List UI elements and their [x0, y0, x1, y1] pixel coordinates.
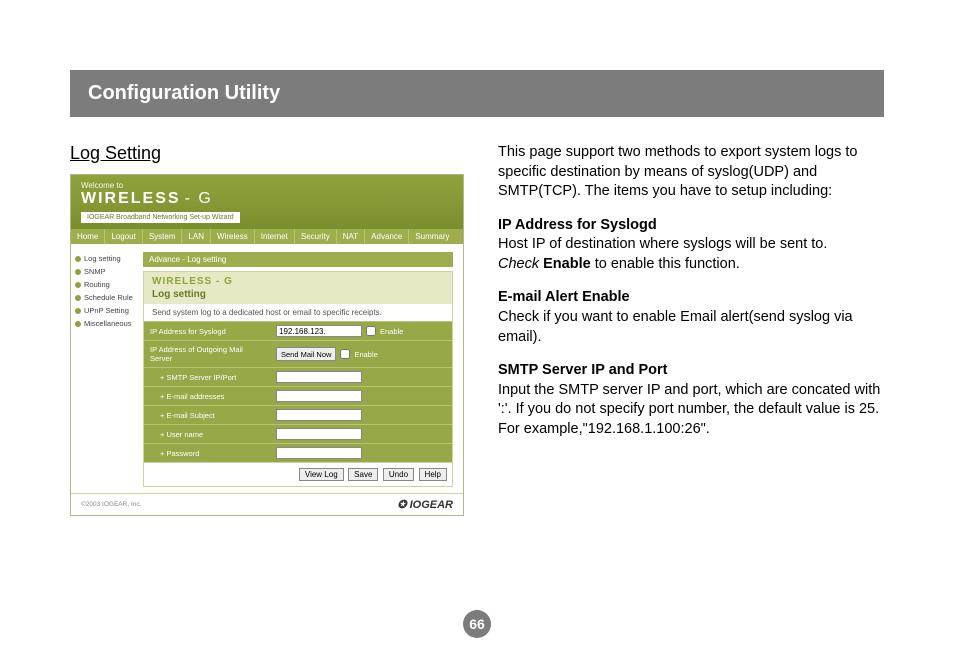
setup-wizard-label: IOGEAR Broadband Networking Set-up Wizar…: [81, 212, 240, 223]
tab-logout[interactable]: Logout: [105, 229, 142, 244]
email-addresses-input[interactable]: [276, 390, 362, 402]
sidebar: Log setting SNMP Routing Schedule Rule U…: [71, 244, 143, 493]
tab-wireless[interactable]: Wireless: [211, 229, 255, 244]
welcome-text: Welcome to: [81, 181, 453, 190]
panel-description: Send system log to a dedicated host or e…: [144, 304, 452, 321]
tab-home[interactable]: Home: [71, 229, 105, 244]
mail-enable-label: Enable: [354, 350, 377, 359]
sidebar-item-schedule-rule[interactable]: Schedule Rule: [75, 291, 139, 304]
iogear-brand: ✪ IOGEAR: [397, 498, 453, 511]
tab-system[interactable]: System: [143, 229, 183, 244]
password-label: + Password: [144, 445, 272, 462]
syslog-enable-label: Enable: [380, 327, 403, 336]
tab-summary[interactable]: Summary: [409, 229, 455, 244]
tab-nat[interactable]: NAT: [337, 229, 365, 244]
email-addresses-label: + E-mail addresses: [144, 388, 272, 405]
section-heading-log-setting: Log Setting: [70, 143, 464, 164]
heading-smtp: SMTP Server IP and Port: [498, 362, 668, 378]
smtp-server-input[interactable]: [276, 371, 362, 383]
syslog-ip-input[interactable]: [276, 325, 362, 337]
heading-email-alert: E-mail Alert Enable: [498, 289, 630, 305]
sidebar-item-routing[interactable]: Routing: [75, 278, 139, 291]
sidebar-item-upnp-setting[interactable]: UPnP Setting: [75, 304, 139, 317]
page-title-bar: Configuration Utility: [70, 70, 884, 117]
tab-security[interactable]: Security: [295, 229, 337, 244]
email-subject-input[interactable]: [276, 409, 362, 421]
mail-server-label: IP Address of Outgoing Mail Server: [144, 341, 272, 367]
description-column: This page support two methods to export …: [498, 143, 884, 516]
screenshot-header: Welcome to WIRELESS - G IOGEAR Broadband…: [71, 175, 463, 229]
send-mail-now-button[interactable]: Send Mail Now: [276, 347, 336, 361]
logo-wireless: WIRELESS: [81, 190, 181, 208]
router-screenshot: Welcome to WIRELESS - G IOGEAR Broadband…: [70, 174, 464, 516]
para-ip-syslogd-enable: Enable: [543, 256, 591, 272]
view-log-button[interactable]: View Log: [299, 468, 344, 481]
para-ip-syslogd-1: Host IP of destination where syslogs wil…: [498, 236, 827, 252]
log-setting-panel: WIRELESS - G Log setting Send system log…: [143, 271, 453, 487]
sidebar-item-miscellaneous[interactable]: Miscellaneous: [75, 317, 139, 330]
para-email-alert: Check if you want to enable Email alert(…: [498, 309, 853, 345]
save-button[interactable]: Save: [348, 468, 378, 481]
bullet-icon: [75, 256, 81, 262]
wireless-g-logo: WIRELESS - G: [81, 190, 453, 208]
tab-advance[interactable]: Advance: [365, 229, 409, 244]
tab-lan[interactable]: LAN: [182, 229, 211, 244]
syslog-ip-label: IP Address for Syslogd: [144, 323, 272, 340]
smtp-server-label: + SMTP Server IP/Port: [144, 369, 272, 386]
help-button[interactable]: Help: [419, 468, 447, 481]
undo-button[interactable]: Undo: [383, 468, 414, 481]
bullet-icon: [75, 269, 81, 275]
para-ip-syslogd-check: Check: [498, 256, 539, 272]
password-input[interactable]: [276, 447, 362, 459]
logo-g: - G: [185, 190, 213, 208]
bullet-icon: [75, 282, 81, 288]
main-tabs: Home Logout System LAN Wireless Internet…: [71, 229, 463, 244]
sidebar-item-snmp[interactable]: SNMP: [75, 265, 139, 278]
mail-enable-checkbox[interactable]: [340, 349, 350, 359]
copyright-text: ©2003 IOGEAR, Inc.: [81, 501, 141, 508]
para-ip-syslogd-tail: to enable this function.: [591, 256, 740, 272]
heading-ip-syslogd: IP Address for Syslogd: [498, 217, 657, 233]
breadcrumb: Advance - Log setting: [143, 252, 453, 267]
panel-logo: WIRELESS - G: [152, 276, 444, 287]
page-number-badge: 66: [463, 610, 491, 638]
syslog-enable-checkbox[interactable]: [366, 326, 376, 336]
sidebar-item-log-setting[interactable]: Log setting: [75, 252, 139, 265]
email-subject-label: + E-mail Subject: [144, 407, 272, 424]
para-smtp-1: Input the SMTP server IP and port, which…: [498, 382, 880, 418]
username-input[interactable]: [276, 428, 362, 440]
tab-internet[interactable]: Internet: [255, 229, 295, 244]
username-label: + User name: [144, 426, 272, 443]
panel-title: Log setting: [152, 287, 444, 300]
bullet-icon: [75, 321, 81, 327]
intro-paragraph: This page support two methods to export …: [498, 143, 884, 202]
bullet-icon: [75, 308, 81, 314]
bullet-icon: [75, 295, 81, 301]
para-smtp-2: For example,"192.168.1.100:26".: [498, 421, 710, 437]
